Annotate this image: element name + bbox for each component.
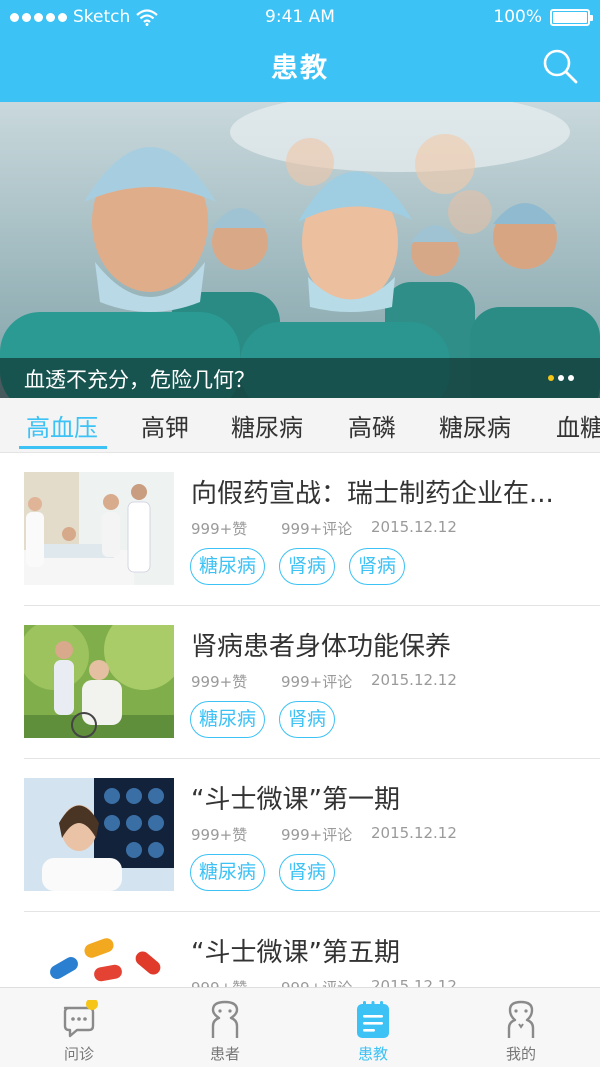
tag-chip[interactable]: 肾病 [349,548,406,585]
tabbar-label: 患教 [357,1045,388,1063]
article-tags: 糖尿病 肾病 [190,701,336,738]
tab-hyperphosphatemia[interactable]: 高磷 [348,408,396,443]
publish-date: 2015.12.12 [371,671,457,689]
pager-dot [568,375,574,381]
article-title: 向假药宣战：瑞士制药企业在... [191,479,554,509]
comment-count: 999+评论 [281,826,353,844]
profile-icon [507,1000,535,1038]
like-count: 999+赞 [191,673,248,691]
publish-date: 2015.12.12 [371,824,457,842]
battery-percent: 100% [493,7,542,27]
tab-hypertension[interactable]: 高血压 [26,408,98,443]
article-tags: 糖尿病 肾病 肾病 [190,548,406,585]
publish-date: 2015.12.12 [371,518,457,536]
like-count: 999+赞 [191,520,248,538]
tabbar-label: 问诊 [63,1045,94,1063]
tabbar-item-mine[interactable]: 我的 [446,988,596,1067]
tabbar-label: 患者 [209,1045,240,1063]
chat-bubble-icon [63,1000,98,1038]
bottom-tab-bar: 问诊 患者 患教 我的 [0,987,600,1067]
document-icon [357,1001,389,1038]
pager-dot [548,375,554,381]
tag-chip[interactable]: 肾病 [279,701,336,738]
article-thumbnail [24,778,174,891]
active-tab-indicator [19,446,107,449]
status-bar: Sketch 9:41 AM 100% [0,0,600,36]
article-tags: 糖尿病 肾病 [190,854,336,891]
tag-chip[interactable]: 肾病 [279,854,336,891]
article-title: “斗士微课”第五期 [191,938,400,968]
page-title: 患教 [271,53,329,84]
tabbar-label: 我的 [505,1045,536,1063]
tab-diabetes-2[interactable]: 糖尿病 [439,408,511,443]
tabbar-item-consult[interactable]: 问诊 [4,988,154,1067]
tabbar-item-patients[interactable]: 患者 [150,988,300,1067]
article-title: “斗士微课”第一期 [191,785,400,815]
banner-photo-surgeons [0,102,600,398]
battery-group: 100% [493,7,593,27]
article-title: 肾病患者身体功能保养 [191,632,452,662]
pager-dot [558,375,564,381]
battery-icon [550,8,593,26]
person-icon [211,1000,239,1038]
banner-caption-bar: 血透不充分，危险几何？ [0,358,600,398]
article-item[interactable]: 肾病患者身体功能保养 999+赞 999+评论 2015.12.12 糖尿病 肾… [0,606,600,759]
article-thumbnail [24,472,174,585]
tab-blood-sugar[interactable]: 血糖 [556,408,600,443]
search-icon[interactable] [540,46,580,86]
comment-count: 999+评论 [281,673,353,691]
banner-pager [548,375,574,381]
tabbar-item-education[interactable]: 患教 [298,988,448,1067]
comment-count: 999+评论 [281,520,353,538]
article-item[interactable]: “斗士微课”第一期 999+赞 999+评论 2015.12.12 糖尿病 肾病 [0,759,600,912]
article-thumbnail [24,625,174,738]
tab-diabetes[interactable]: 糖尿病 [231,408,303,443]
banner-caption: 血透不充分，危险几何？ [24,368,255,392]
tag-chip[interactable]: 糖尿病 [190,854,266,891]
banner-carousel[interactable]: 血透不充分，危险几何？ [0,102,600,398]
like-count: 999+赞 [191,826,248,844]
tag-chip[interactable]: 糖尿病 [190,701,266,738]
tab-hyperkalemia[interactable]: 高钾 [141,408,189,443]
tag-chip[interactable]: 糖尿病 [190,548,266,585]
category-tabs: 高血压 高钾 糖尿病 高磷 糖尿病 血糖 [0,398,600,453]
header: Sketch 9:41 AM 100% 患教 [0,0,600,102]
article-item[interactable]: 向假药宣战：瑞士制药企业在... 999+赞 999+评论 2015.12.12… [0,453,600,606]
tag-chip[interactable]: 肾病 [279,548,336,585]
